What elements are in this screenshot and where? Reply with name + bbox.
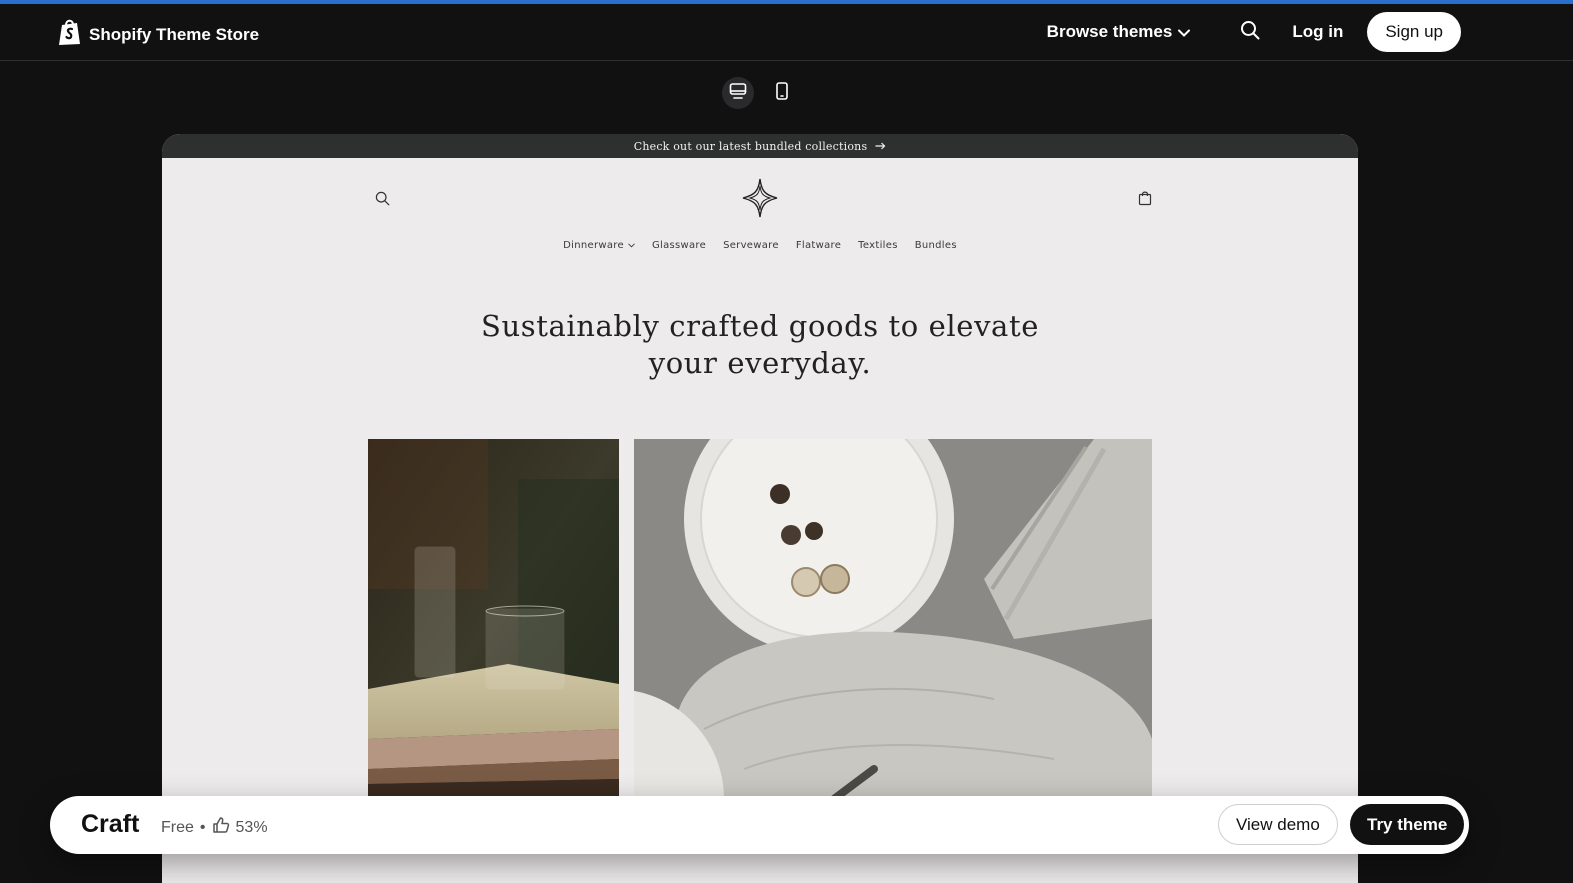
store-nav-textiles[interactable]: Textiles (858, 240, 898, 251)
shopify-bag-icon (58, 18, 81, 51)
theme-store-header: Shopify Theme Store Browse themes Log in… (0, 4, 1573, 61)
theme-rating: 53% (235, 818, 268, 836)
store-nav-dinnerware[interactable]: Dinnerware (563, 240, 635, 251)
dinnerware-image[interactable] (634, 439, 1152, 799)
search-icon[interactable] (375, 191, 390, 211)
glassware-image[interactable] (368, 439, 619, 799)
desktop-icon (729, 82, 747, 104)
try-theme-button[interactable]: Try theme (1350, 804, 1465, 845)
hero-heading-line-1: Sustainably crafted goods to elevate (481, 309, 1039, 343)
browse-themes-label: Browse themes (1046, 22, 1173, 41)
sparkle-logo-icon[interactable] (742, 178, 778, 223)
announcement-text: Check out our latest bundled collections (633, 139, 868, 153)
header-actions: Browse themes Log in Sign up (1047, 12, 1461, 52)
store-nav-serveware[interactable]: Serveware (723, 240, 779, 251)
chevron-down-icon (628, 243, 635, 248)
login-link[interactable]: Log in (1292, 22, 1343, 42)
browse-themes-dropdown[interactable]: Browse themes (1047, 22, 1191, 42)
store-nav: Dinnerware Glassware Serveware Flatware … (162, 240, 1358, 251)
signup-button[interactable]: Sign up (1367, 12, 1461, 52)
mobile-view-button[interactable] (766, 77, 798, 109)
arrow-right-icon (875, 140, 886, 153)
store-nav-flatware[interactable]: Flatware (796, 240, 841, 251)
chevron-down-icon (1178, 22, 1191, 42)
device-toggle (722, 77, 798, 109)
thumbs-up-icon (212, 816, 230, 839)
view-demo-button[interactable]: View demo (1218, 804, 1338, 845)
brand-link[interactable]: Shopify Theme Store (58, 18, 259, 51)
cart-icon[interactable] (1138, 190, 1152, 211)
store-nav-glassware[interactable]: Glassware (652, 240, 706, 251)
hero-heading: Sustainably crafted goods to elevate you… (162, 308, 1358, 382)
desktop-view-button[interactable] (722, 77, 754, 109)
search-icon (1240, 20, 1260, 45)
theme-preview-frame: Check out our latest bundled collections… (162, 134, 1358, 883)
theme-action-bar: Craft Free • 53% View demo Try theme (50, 796, 1469, 854)
meta-separator: • (199, 818, 206, 836)
theme-name: Craft (81, 810, 140, 838)
store-nav-bundles[interactable]: Bundles (915, 240, 957, 251)
announcement-bar[interactable]: Check out our latest bundled collections (162, 134, 1358, 158)
mobile-icon (775, 81, 789, 105)
search-button[interactable] (1238, 20, 1262, 44)
theme-price: Free (161, 818, 194, 836)
theme-meta: Free • 53% (161, 816, 268, 839)
hero-heading-line-2: your everyday. (648, 346, 872, 380)
store-header: Dinnerware Glassware Serveware Flatware … (162, 158, 1358, 254)
store-nav-label: Dinnerware (563, 240, 624, 251)
brand-name: Shopify Theme Store (89, 24, 260, 44)
